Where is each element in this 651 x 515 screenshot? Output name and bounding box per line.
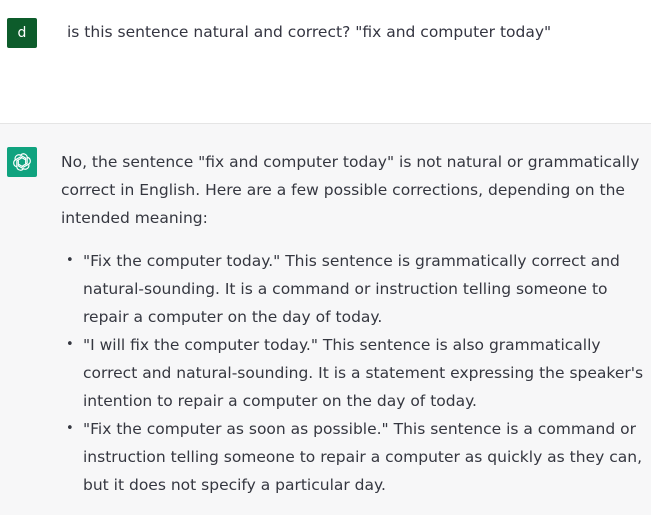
assistant-intro-paragraph: No, the sentence "fix and computer today… xyxy=(61,153,640,227)
list-item: "Fix the computer as soon as possible." … xyxy=(66,415,649,499)
list-item: "I will fix the computer today." This se… xyxy=(66,331,649,415)
corrections-list: "Fix the computer today." This sentence … xyxy=(61,247,649,499)
user-avatar: d xyxy=(7,18,37,48)
openai-logo-icon xyxy=(13,153,31,171)
assistant-message-row: No, the sentence "fix and computer today… xyxy=(0,124,651,515)
assistant-message-content: No, the sentence "fix and computer today… xyxy=(61,148,649,499)
assistant-avatar xyxy=(7,147,37,177)
user-message-row: d is this sentence natural and correct? … xyxy=(0,0,651,124)
list-item: "Fix the computer today." This sentence … xyxy=(66,247,649,331)
user-message-text: is this sentence natural and correct? "f… xyxy=(67,23,552,41)
